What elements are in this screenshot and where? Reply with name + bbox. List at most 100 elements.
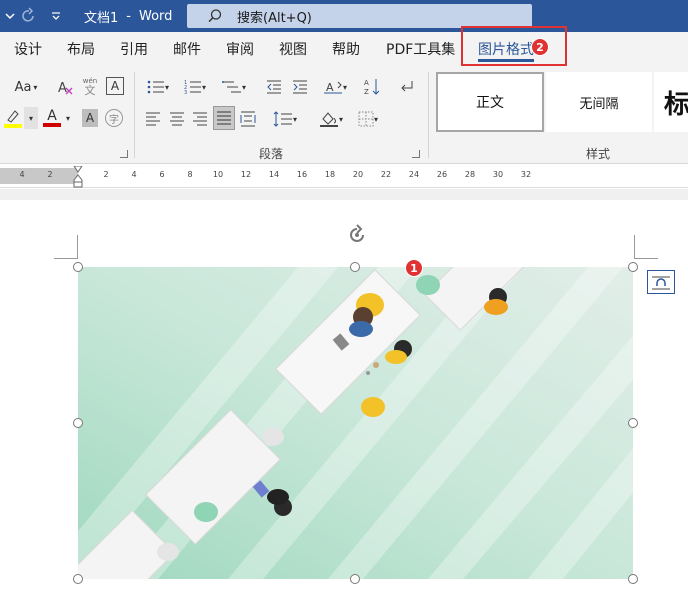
style-heading-label: 标 <box>664 89 688 120</box>
resize-handle-top[interactable] <box>350 262 360 272</box>
style-normal[interactable]: 正文 <box>436 72 544 132</box>
change-case-label: Aa <box>14 79 32 95</box>
search-icon <box>207 8 223 24</box>
resize-handle-left[interactable] <box>73 418 83 428</box>
document-name: 文档1 <box>84 10 119 26</box>
horizontal-ruler[interactable]: 4 2 2 4 6 8 10 12 14 16 18 20 22 24 26 2… <box>0 165 688 188</box>
tab-layout[interactable]: 布局 <box>67 32 95 66</box>
ruler-tick: 2 <box>103 170 109 179</box>
bullets-button[interactable]: ▾ <box>143 76 173 98</box>
tab-view[interactable]: 视图 <box>279 32 307 66</box>
increase-indent-icon[interactable] <box>290 76 310 98</box>
layout-options-icon <box>652 276 670 290</box>
font-color-a-icon: A <box>47 108 57 124</box>
borders-button[interactable]: ▾ <box>352 108 384 130</box>
clear-formatting-icon[interactable]: A <box>55 76 75 98</box>
style-heading-1[interactable]: 标 <box>654 72 688 132</box>
tab-design[interactable]: 设计 <box>14 32 42 66</box>
resize-handle-bottom-left[interactable] <box>73 574 83 584</box>
ribbon-separator <box>134 72 135 158</box>
sort-icon[interactable]: AZ <box>362 74 384 100</box>
layout-options-button[interactable] <box>647 270 675 294</box>
ruler-tick: 10 <box>212 170 224 179</box>
justify-icon[interactable] <box>213 106 235 130</box>
undo-dropdown-icon[interactable] <box>4 0 16 32</box>
paragraph-group-label: 段落 <box>259 147 284 161</box>
tab-mailings[interactable]: 邮件 <box>173 32 201 66</box>
ruler-tick: 4 <box>131 170 137 179</box>
office-photo <box>78 267 633 579</box>
multilevel-list-button[interactable]: ▾ <box>218 76 250 98</box>
search-placeholder: 搜索(Alt+Q) <box>237 10 312 26</box>
align-left-icon[interactable] <box>143 108 163 130</box>
ruler-tick: 30 <box>492 170 504 179</box>
decrease-indent-icon[interactable] <box>264 76 284 98</box>
paragraph-dialog-launcher-icon[interactable] <box>412 150 420 158</box>
shading-button[interactable]: ▾ <box>314 108 348 130</box>
ruler-tick: 12 <box>240 170 252 179</box>
style-no-spacing[interactable]: 无间隔 <box>546 72 652 132</box>
resize-handle-top-left[interactable] <box>73 262 83 272</box>
svg-text:A: A <box>364 79 369 87</box>
customize-quick-access-icon[interactable] <box>50 0 62 32</box>
character-border-button[interactable]: A <box>106 77 124 95</box>
style-no-spacing-label: 无间隔 <box>579 96 619 112</box>
show-formatting-marks-icon[interactable] <box>396 76 416 98</box>
ruler-tick: 2 <box>47 170 53 179</box>
indent-marker-icon[interactable] <box>73 165 83 188</box>
text-highlight-button[interactable] <box>2 107 24 129</box>
tab-pdf-tools[interactable]: PDF工具集 <box>386 32 455 66</box>
ribbon-home: Aa ▾ A wén 文 A ▾ A ▾ A 字 ▾ 123▾ ▾ A▾ <box>0 66 688 164</box>
styles-group-label: 样式 <box>586 147 611 161</box>
character-spacing-button[interactable]: A ▾ <box>320 76 350 98</box>
ruler-tick: 32 <box>520 170 532 179</box>
chevron-down-icon: ▾ <box>33 82 38 92</box>
inserted-picture[interactable] <box>78 267 633 579</box>
page-corner-mark <box>634 235 658 259</box>
ruler-tick: 28 <box>464 170 476 179</box>
ruler-tick: 22 <box>380 170 392 179</box>
ruler-tick: 8 <box>187 170 193 179</box>
ruler-tick: 26 <box>436 170 448 179</box>
font-color-swatch <box>43 123 61 127</box>
align-center-icon[interactable] <box>167 108 187 130</box>
ruler-tick: 20 <box>352 170 364 179</box>
picture-format-callout-box <box>461 26 567 66</box>
title-separator: - <box>126 8 131 24</box>
change-case-button[interactable]: Aa ▾ <box>10 76 42 98</box>
app-name: Word <box>138 8 173 24</box>
highlight-dropdown-icon[interactable]: ▾ <box>24 107 38 129</box>
ruler-tick: 14 <box>268 170 280 179</box>
ruler-tick: 16 <box>296 170 308 179</box>
callout-badge-1: 1 <box>405 259 423 277</box>
phonetic-guide-button[interactable]: wén 文 <box>80 74 100 100</box>
redo-icon[interactable] <box>20 0 38 32</box>
line-spacing-button[interactable]: ▾ <box>268 108 302 130</box>
ruler-tick: 18 <box>324 170 336 179</box>
resize-handle-bottom-right[interactable] <box>628 574 638 584</box>
tab-help[interactable]: 帮助 <box>332 32 360 66</box>
numbering-button[interactable]: 1 2 3 ▾ <box>180 76 210 98</box>
character-shading-button[interactable]: A <box>82 109 98 127</box>
tab-references[interactable]: 引用 <box>120 32 148 66</box>
distributed-icon[interactable] <box>238 108 258 130</box>
font-dialog-launcher-icon[interactable] <box>120 150 128 158</box>
enclose-characters-button[interactable]: 字 <box>105 109 123 127</box>
resize-handle-bottom[interactable] <box>350 574 360 584</box>
align-right-icon[interactable] <box>190 108 210 130</box>
search-box[interactable]: 搜索(Alt+Q) <box>187 4 532 28</box>
style-normal-label: 正文 <box>476 95 504 111</box>
highlight-color-swatch <box>4 124 22 128</box>
callout-badge-2: 2 <box>531 38 549 56</box>
phonetic-char: 文 <box>84 84 96 97</box>
rotate-handle-icon[interactable] <box>345 223 369 247</box>
resize-handle-right[interactable] <box>628 418 638 428</box>
svg-text:3: 3 <box>184 90 187 95</box>
svg-text:Z: Z <box>364 88 369 96</box>
ruler-tick: 4 <box>19 170 25 179</box>
title-bar: 文档1 - Word 搜索(Alt+Q) <box>0 0 688 32</box>
tab-review[interactable]: 审阅 <box>226 32 254 66</box>
resize-handle-top-right[interactable] <box>628 262 638 272</box>
chevron-down-icon[interactable]: ▾ <box>63 107 73 129</box>
font-color-button[interactable]: A <box>42 107 62 129</box>
